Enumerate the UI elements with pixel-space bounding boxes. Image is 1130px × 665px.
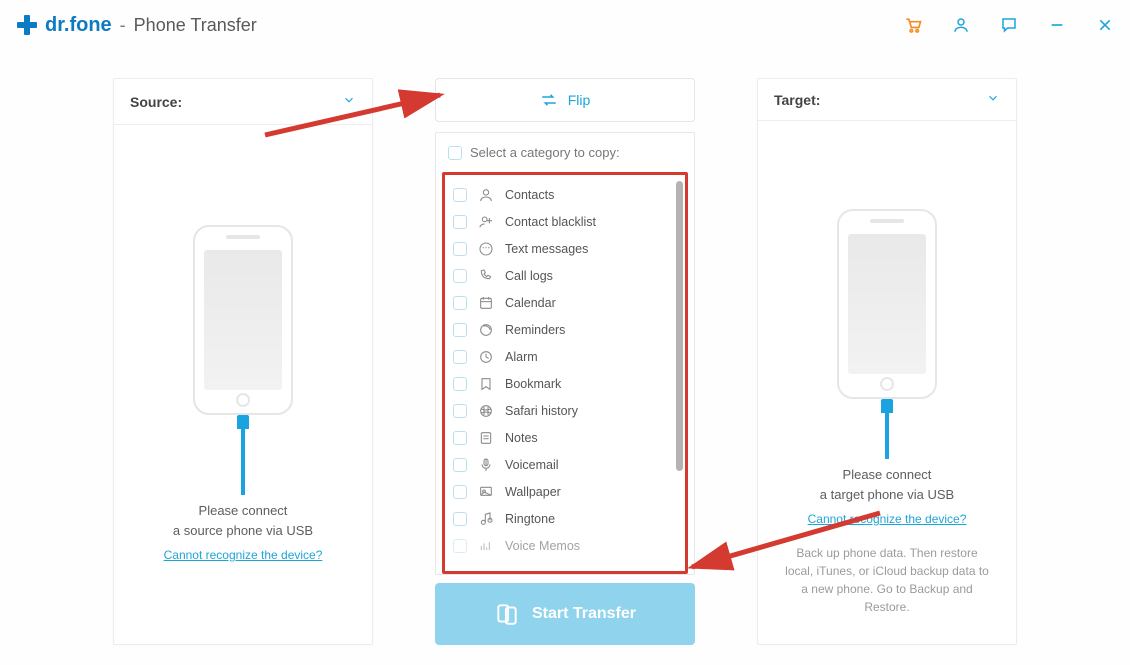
category-list-highlight: Contacts Contact blacklist Text messages Ca… [442,172,688,574]
category-icon [477,375,495,393]
category-item[interactable]: Contact blacklist [453,208,677,235]
source-dropdown[interactable] [342,93,356,110]
category-label: Wallpaper [505,485,561,499]
target-dropdown[interactable] [986,91,1000,108]
category-item[interactable]: Calendar [453,289,677,316]
category-item[interactable]: Call logs [453,262,677,289]
category-item[interactable]: Alarm [453,343,677,370]
target-help-link[interactable]: Cannot recognize the device? [808,512,967,526]
category-label: Contacts [505,188,554,202]
category-checkbox[interactable] [453,242,467,256]
title-separator: - [120,15,126,36]
page-title: Phone Transfer [134,15,257,36]
cart-icon[interactable] [903,15,923,35]
target-connect-line2: a target phone via USB [820,485,954,505]
category-checkbox[interactable] [453,296,467,310]
category-icon [477,510,495,528]
category-icon [477,267,495,285]
category-item[interactable]: Bookmark [453,370,677,397]
flip-button[interactable]: Flip [435,78,695,122]
category-checkbox[interactable] [453,512,467,526]
usb-cable-icon [881,399,893,459]
category-icon [477,456,495,474]
source-label: Source: [130,94,182,110]
category-item[interactable]: Voice Memos [453,532,677,559]
category-label: Calendar [505,296,556,310]
category-icon [477,186,495,204]
target-panel: Target: Please connect a target phone vi… [757,78,1017,645]
flip-label: Flip [568,92,591,108]
category-checkbox[interactable] [453,404,467,418]
category-label: Text messages [505,242,588,256]
category-checkbox[interactable] [453,215,467,229]
category-checkbox[interactable] [453,350,467,364]
category-icon [477,213,495,231]
source-panel: Source: Please connect a source phone vi… [113,78,373,645]
category-icon [477,348,495,366]
category-icon [477,240,495,258]
category-checkbox[interactable] [453,188,467,202]
category-item[interactable]: Voicemail [453,451,677,478]
source-connect-line1: Please connect [173,501,313,521]
select-all-checkbox[interactable] [448,146,462,160]
backup-note: Back up phone data. Then restore local, … [758,526,1016,644]
source-connect-line2: a source phone via USB [173,521,313,541]
category-icon [477,537,495,555]
category-item[interactable]: Reminders [453,316,677,343]
category-checkbox[interactable] [453,323,467,337]
minimize-button[interactable] [1047,15,1067,35]
category-icon [477,483,495,501]
category-label: Reminders [505,323,565,337]
transfer-icon [494,601,520,627]
account-icon[interactable] [951,15,971,35]
flip-icon [540,91,558,109]
category-icon [477,294,495,312]
category-icon [477,402,495,420]
category-item[interactable]: Notes [453,424,677,451]
category-item[interactable]: Contacts [453,181,677,208]
feedback-icon[interactable] [999,15,1019,35]
category-checkbox[interactable] [453,269,467,283]
category-item[interactable]: Ringtone [453,505,677,532]
category-label: Call logs [505,269,553,283]
category-checkbox[interactable] [453,431,467,445]
category-label: Notes [505,431,538,445]
scrollbar-thumb[interactable] [676,181,683,471]
usb-cable-icon [237,415,249,495]
category-label: Alarm [505,350,538,364]
category-item[interactable]: Wallpaper [453,478,677,505]
start-transfer-button[interactable]: Start Transfer [435,583,695,645]
category-checkbox[interactable] [453,458,467,472]
app-logo-icon [15,13,39,37]
category-item[interactable]: Safari history [453,397,677,424]
category-checkbox[interactable] [453,377,467,391]
category-checkbox[interactable] [453,485,467,499]
target-connect-line1: Please connect [820,465,954,485]
category-label: Safari history [505,404,578,418]
category-checkbox[interactable] [453,539,467,553]
category-icon [477,429,495,447]
start-transfer-label: Start Transfer [532,605,636,623]
category-label: Contact blacklist [505,215,596,229]
select-category-label: Select a category to copy: [470,145,620,160]
source-phone-illustration [193,225,293,415]
source-help-link[interactable]: Cannot recognize the device? [164,548,323,562]
target-phone-illustration [837,209,937,399]
category-label: Ringtone [505,512,555,526]
close-button[interactable] [1095,15,1115,35]
category-icon [477,321,495,339]
category-label: Voicemail [505,458,559,472]
category-label: Voice Memos [505,539,580,553]
category-label: Bookmark [505,377,561,391]
target-label: Target: [774,92,820,108]
category-item[interactable]: Text messages [453,235,677,262]
app-brand: dr.fone [45,14,112,37]
